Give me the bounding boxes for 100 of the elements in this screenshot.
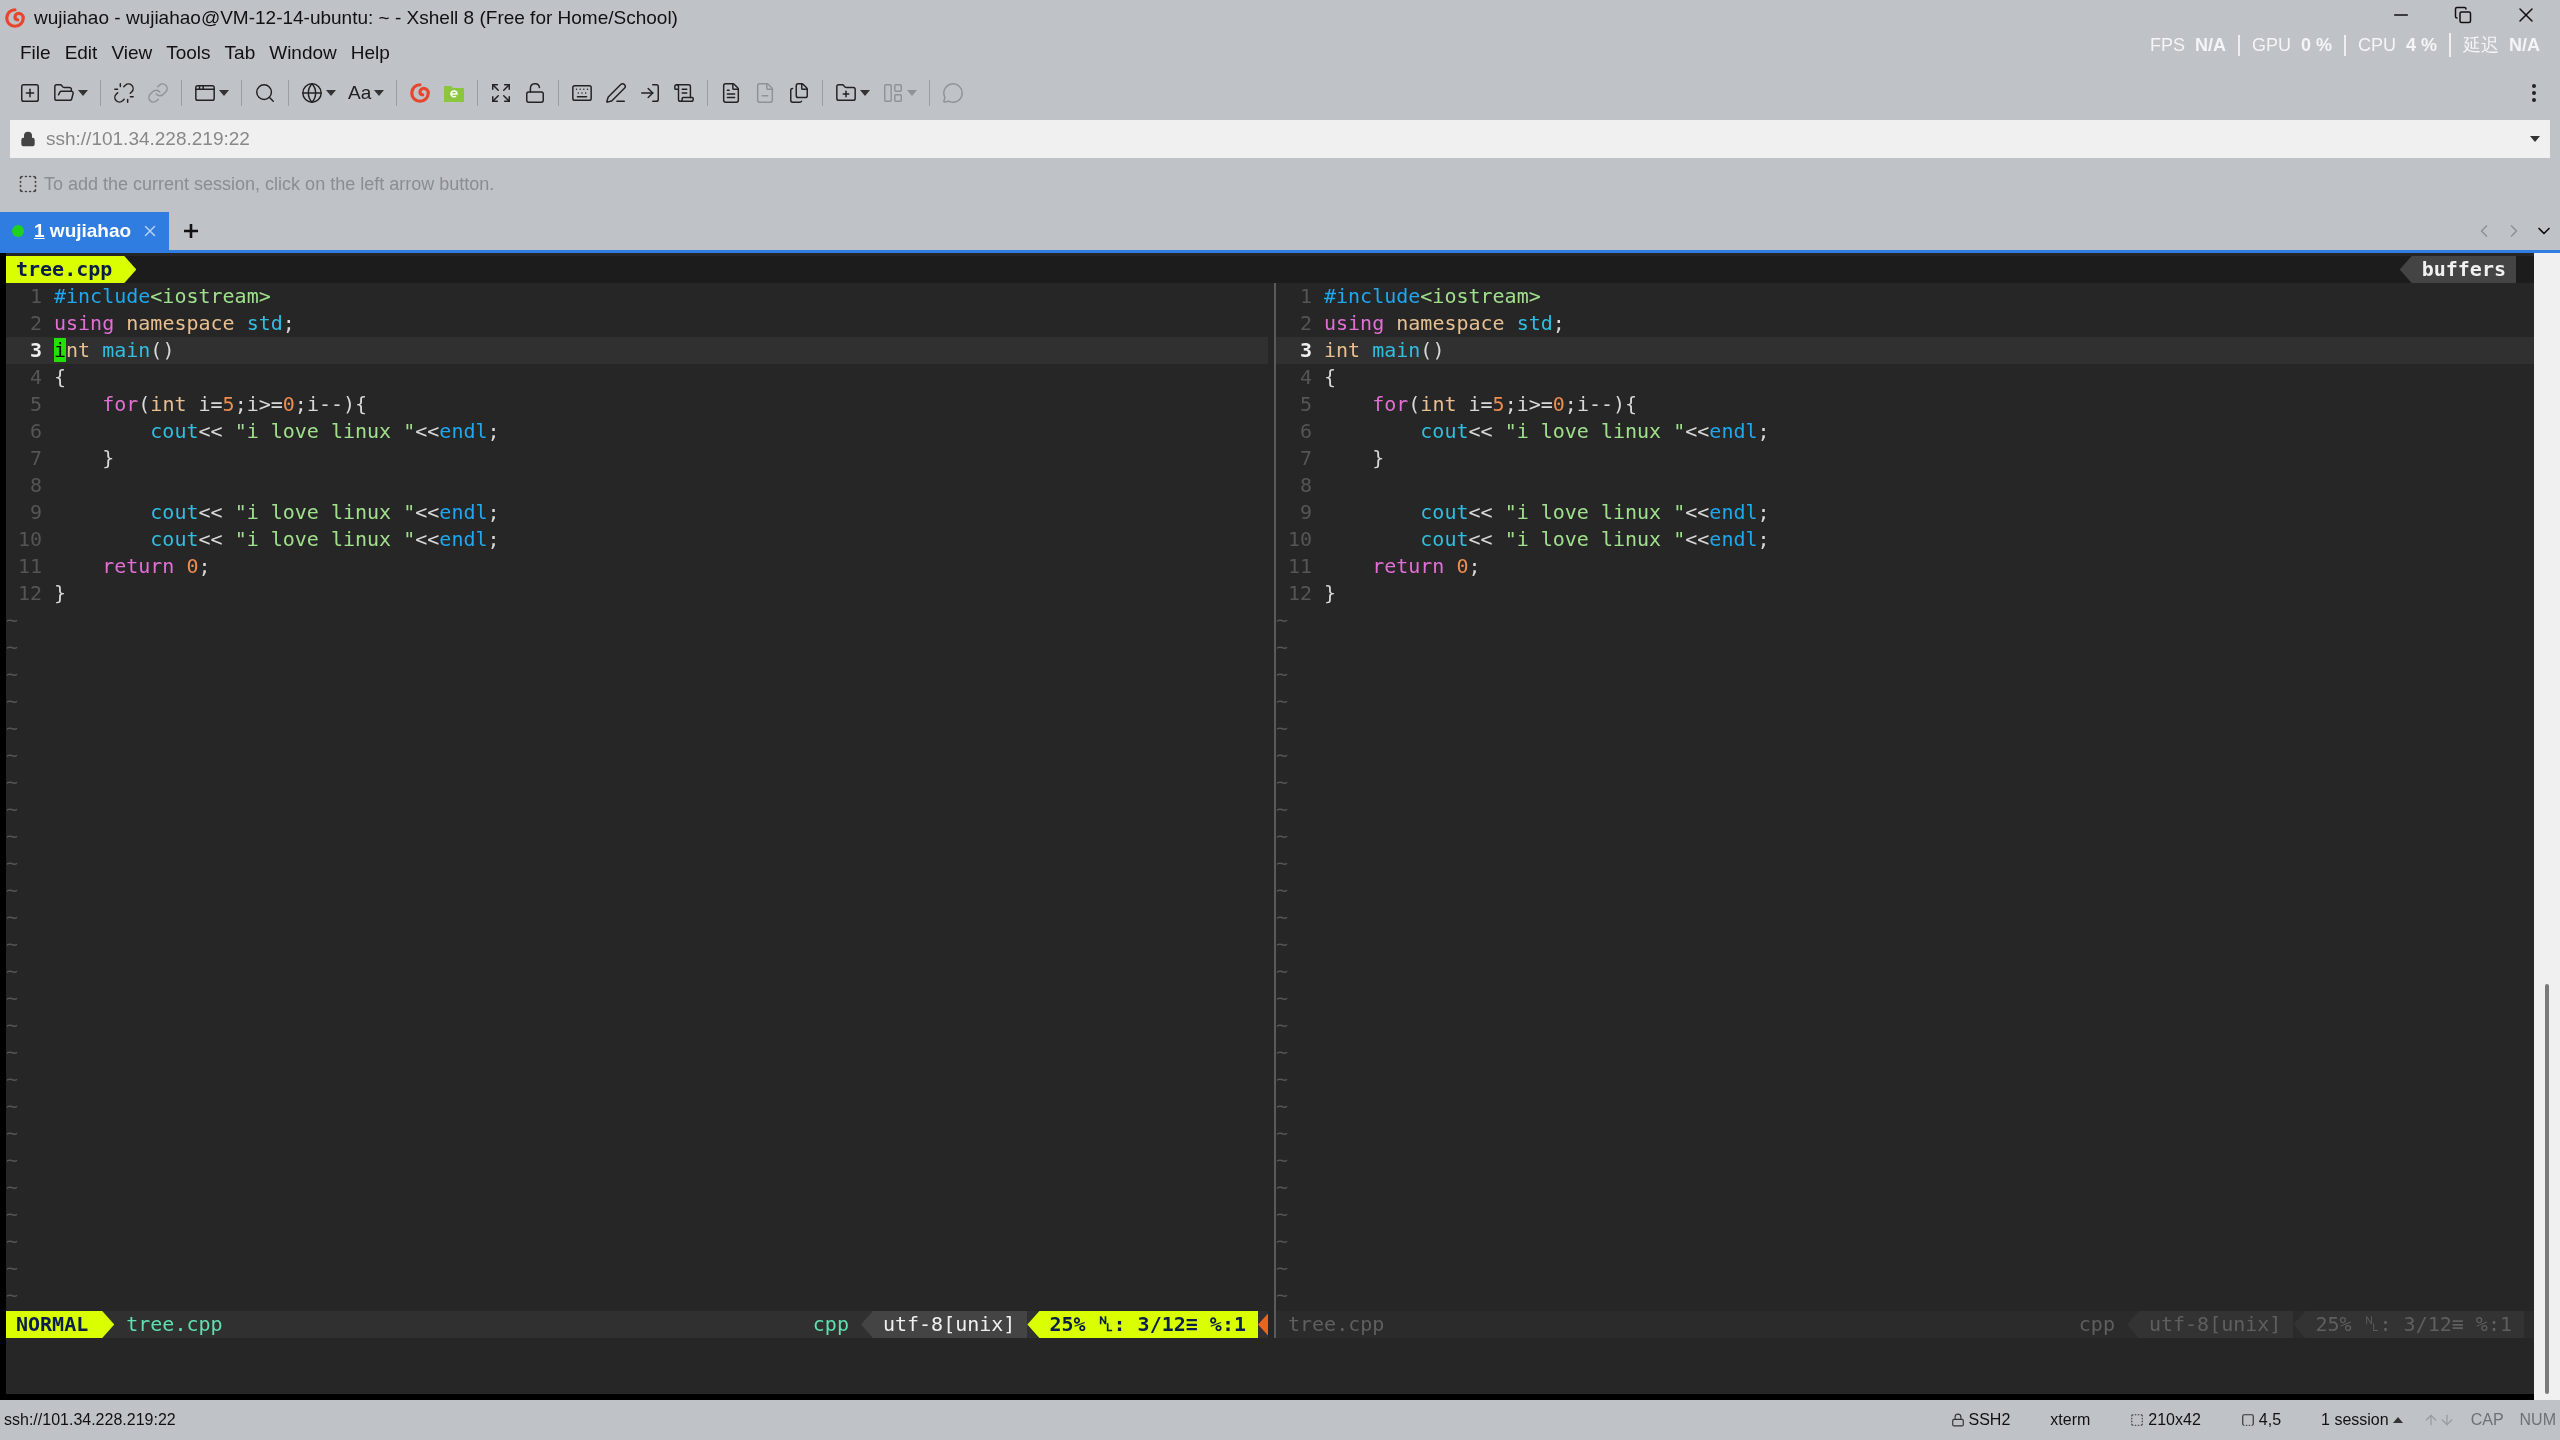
empty-line-marker: ~ <box>1276 1282 1290 1309</box>
code-line: cout<< "i love linux "<<endl; <box>149 526 500 553</box>
restore-icon[interactable] <box>2454 6 2472 24</box>
status-item: 1 session <box>2321 1411 2389 1429</box>
empty-line-marker: ~ <box>6 985 20 1012</box>
empty-line-marker: ~ <box>6 1228 20 1255</box>
empty-line-marker: ~ <box>6 931 20 958</box>
chat-bubble-icon <box>942 82 965 104</box>
code-line: cout<< "i love linux "<<endl; <box>1419 499 1770 526</box>
empty-line-marker: ~ <box>1276 958 1290 985</box>
pen-icon <box>605 82 628 104</box>
code-line: return 0; <box>101 553 211 580</box>
code-line: } <box>1324 580 1337 607</box>
session-tab[interactable]: 1 wujiahao <box>0 212 170 250</box>
layout-icon <box>882 82 905 104</box>
documents-icon <box>788 82 811 104</box>
key-indicator: CAP <box>2470 1411 2504 1429</box>
empty-line-marker: ~ <box>1276 985 1290 1012</box>
empty-line-marker: ~ <box>6 1093 20 1120</box>
empty-line-marker: ~ <box>6 661 20 688</box>
empty-line-marker: ~ <box>6 877 20 904</box>
search-icon <box>254 82 276 104</box>
caret-icon <box>2530 136 2540 142</box>
empty-line-marker: ~ <box>1276 823 1290 850</box>
lock-open-icon <box>524 82 547 104</box>
empty-line-marker: ~ <box>6 1012 20 1039</box>
code-line: for(int i=5;i>=0;i--){ <box>101 391 368 418</box>
empty-line-marker: ~ <box>1276 1174 1290 1201</box>
menu-item[interactable]: Edit <box>58 40 104 66</box>
empty-line-marker: ~ <box>1276 607 1290 634</box>
folder-open-icon <box>53 82 75 104</box>
code-line: for(int i=5;i>=0;i--){ <box>1371 391 1638 418</box>
empty-line-marker: ~ <box>6 958 20 985</box>
empty-line-marker: ~ <box>1276 742 1290 769</box>
swirl-logo-icon <box>4 7 26 29</box>
empty-line-marker: ~ <box>6 607 20 634</box>
menu-item[interactable]: Window <box>263 40 343 66</box>
plus-icon <box>183 223 200 239</box>
empty-line-marker: ~ <box>6 1066 20 1093</box>
empty-line-marker: ~ <box>6 823 20 850</box>
empty-line-marker: ~ <box>6 1147 20 1174</box>
menu-item[interactable]: File <box>14 40 57 66</box>
status-item: 4,5 <box>2258 1411 2282 1429</box>
code-line: cout<< "i love linux "<<endl; <box>1419 418 1770 445</box>
code-line: int main() <box>54 337 175 364</box>
scroll-icon <box>673 82 696 104</box>
code-line: return 0; <box>1371 553 1481 580</box>
menu-item[interactable]: Help <box>344 40 396 66</box>
empty-line-marker: ~ <box>1276 1255 1290 1282</box>
empty-line-marker: ~ <box>6 1282 20 1309</box>
empty-line-marker: ~ <box>1276 634 1290 661</box>
empty-line-marker: ~ <box>1276 688 1290 715</box>
scrollbar-thumb[interactable] <box>2545 984 2549 1394</box>
broken-link-icon <box>113 82 135 104</box>
window-icon <box>194 82 216 104</box>
empty-line-marker: ~ <box>1276 1012 1290 1039</box>
link-icon <box>147 82 169 104</box>
code-line: cout<< "i love linux "<<endl; <box>149 499 500 526</box>
code-line: cout<< "i love linux "<<endl; <box>1419 526 1770 553</box>
key-indicator: NUM <box>2519 1411 2556 1429</box>
code-line: int main() <box>1324 337 1445 364</box>
line-number: 3 <box>1298 337 1313 364</box>
empty-line-marker: ~ <box>1276 1120 1290 1147</box>
empty-line-marker: ~ <box>6 904 20 931</box>
cursor-position: 25% ␤: 3/12≡ %:1 <box>1027 1311 1258 1338</box>
menu-item[interactable]: View <box>105 40 159 66</box>
empty-line-marker: ~ <box>6 796 20 823</box>
empty-line-marker: ~ <box>1276 769 1290 796</box>
expand-icon <box>490 82 513 104</box>
status-item: xterm <box>2050 1411 2091 1429</box>
menu-item[interactable]: Tools <box>160 40 217 66</box>
empty-line-marker: ~ <box>1276 1228 1290 1255</box>
empty-line-marker: ~ <box>1276 1066 1290 1093</box>
empty-line-marker: ~ <box>6 1201 20 1228</box>
empty-line-marker: ~ <box>6 1039 20 1066</box>
code-line: #include<iostream> <box>54 283 271 310</box>
buffer-tab: tree.cpp <box>6 256 137 283</box>
empty-line-marker: ~ <box>6 634 20 661</box>
empty-line-marker: ~ <box>1276 1039 1290 1066</box>
code-line: } <box>1371 445 1385 472</box>
menu-item[interactable]: Tab <box>218 40 262 66</box>
window-title: wujiahao - wujiahao@VM-12-14-ubuntu: ~ - Xshell 8 (Free for Home/School) <box>34 7 678 29</box>
status-item: SSH2 <box>1968 1411 2011 1429</box>
folder-icon <box>443 83 466 103</box>
file-type: cpp <box>811 1311 850 1338</box>
caret-icon <box>2392 1417 2403 1423</box>
empty-line-marker: ~ <box>1276 931 1290 958</box>
line-number: 3 <box>28 337 43 364</box>
mode-indicator: NORMAL <box>6 1311 115 1338</box>
empty-line-marker: ~ <box>1276 715 1290 742</box>
globe-icon <box>301 82 323 104</box>
empty-line-marker: ~ <box>6 688 20 715</box>
code-line: #include<iostream> <box>1324 283 1541 310</box>
toolbar-button[interactable]: Aa <box>343 78 390 108</box>
empty-line-marker: ~ <box>1276 877 1290 904</box>
arrow-into-box-icon <box>639 82 662 104</box>
add-session-icon[interactable] <box>18 174 38 194</box>
code-line: using namespace std; <box>54 310 295 337</box>
swirl-logo-icon <box>409 82 432 104</box>
empty-line-marker: ~ <box>1276 661 1290 688</box>
